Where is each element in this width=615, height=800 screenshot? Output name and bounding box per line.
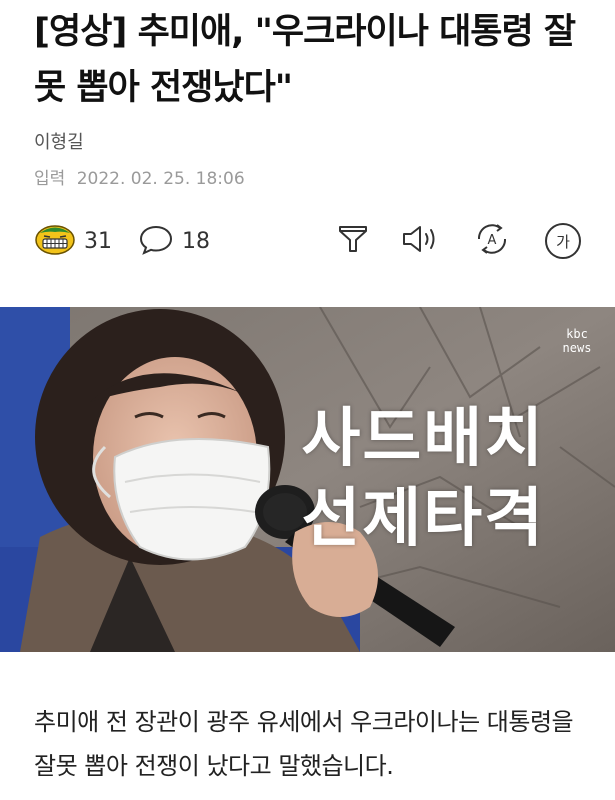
broadcaster-logo: kbc news	[555, 327, 599, 371]
filter-button[interactable]	[336, 216, 370, 266]
font-size-icon: 가	[545, 223, 581, 259]
article-headline: [영상] 추미애, "우크라이나 대통령 잘못 뽑아 전쟁났다"	[34, 12, 576, 108]
comment-button[interactable]: 18	[138, 216, 210, 266]
comment-count: 18	[182, 228, 210, 254]
speaker-icon	[400, 222, 440, 260]
font-size-button[interactable]: 가	[545, 216, 581, 266]
logo-top-text: kbc	[566, 327, 588, 341]
article-toolbar: 31 18 A 가	[0, 216, 615, 266]
hero-caption-line1: 사드배치	[301, 402, 545, 476]
translate-button[interactable]: A	[472, 216, 512, 266]
date-label: 입력	[34, 169, 66, 189]
author-name[interactable]: 이형길	[34, 128, 84, 154]
reaction-count: 31	[84, 228, 112, 254]
logo-bottom-text: news	[562, 341, 592, 355]
date-value: 2022. 02. 25. 18:06	[76, 169, 245, 189]
article-dateline: 입력 2022. 02. 25. 18:06	[34, 164, 245, 189]
font-size-glyph: 가	[556, 232, 570, 251]
article-hero-image[interactable]: kbc news 사드배치 선제타격	[0, 307, 615, 652]
reaction-emoji-icon	[34, 222, 76, 260]
listen-button[interactable]	[400, 216, 440, 266]
reaction-button[interactable]: 31	[34, 216, 112, 266]
filter-icon	[336, 222, 370, 260]
comment-icon	[138, 222, 174, 260]
translate-icon: A	[472, 221, 512, 261]
article-body-paragraph: 추미애 전 장관이 광주 유세에서 우크라이나는 대통령을 잘못 뽑아 전쟁이 …	[34, 708, 574, 780]
hero-caption-line2: 선제타격	[301, 482, 545, 556]
translate-glyph: A	[488, 233, 497, 248]
